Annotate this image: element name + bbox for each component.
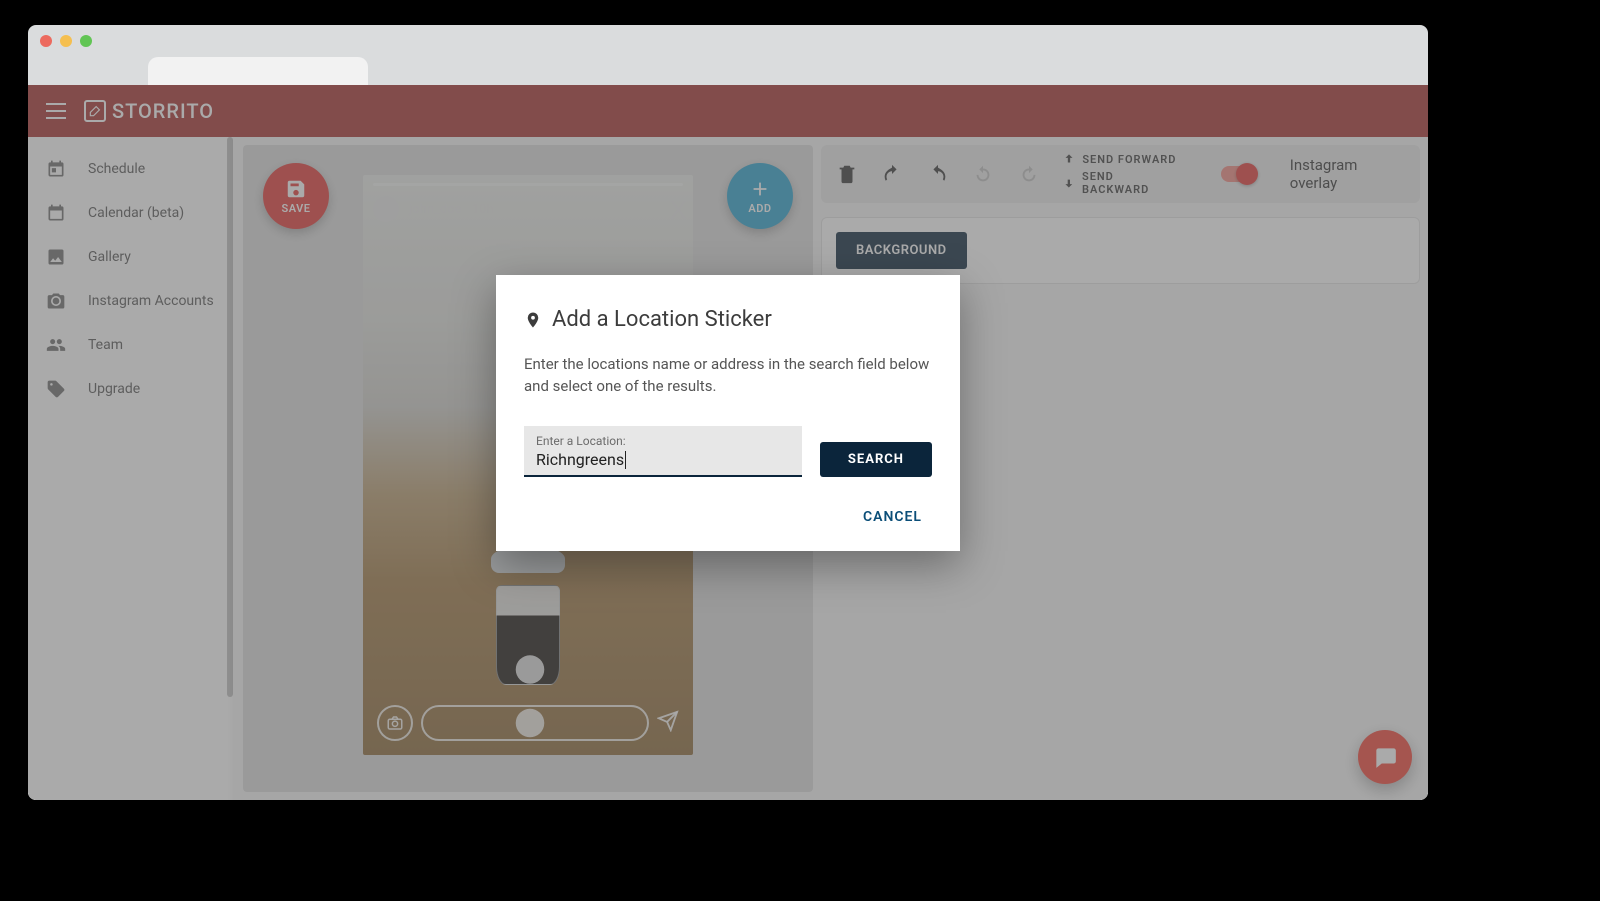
location-input[interactable]: Richngreens <box>536 450 624 469</box>
search-button[interactable]: SEARCH <box>820 442 932 477</box>
browser-tabstrip <box>28 57 1428 85</box>
window-maximize-icon[interactable] <box>80 35 92 47</box>
location-sticker-modal: Add a Location Sticker Enter the locatio… <box>496 275 960 551</box>
cancel-button[interactable]: CANCEL <box>853 503 932 531</box>
modal-actions: CANCEL <box>524 503 932 531</box>
modal-overlay[interactable]: Add a Location Sticker Enter the locatio… <box>28 85 1428 800</box>
modal-title: Add a Location Sticker <box>524 307 932 332</box>
modal-description: Enter the locations name or address in t… <box>524 354 932 398</box>
browser-titlebar <box>28 25 1428 57</box>
browser-window: STORRITO Schedule Calendar (beta) Galler… <box>28 25 1428 800</box>
window-minimize-icon[interactable] <box>60 35 72 47</box>
location-field-label: Enter a Location: <box>536 434 790 448</box>
modal-title-text: Add a Location Sticker <box>552 307 772 332</box>
window-close-icon[interactable] <box>40 35 52 47</box>
location-field[interactable]: Enter a Location: Richngreens <box>524 426 802 478</box>
modal-search-row: Enter a Location: Richngreens SEARCH <box>524 426 932 478</box>
location-pin-icon <box>524 309 542 331</box>
browser-tab[interactable] <box>148 57 368 85</box>
app-viewport: STORRITO Schedule Calendar (beta) Galler… <box>28 85 1428 800</box>
